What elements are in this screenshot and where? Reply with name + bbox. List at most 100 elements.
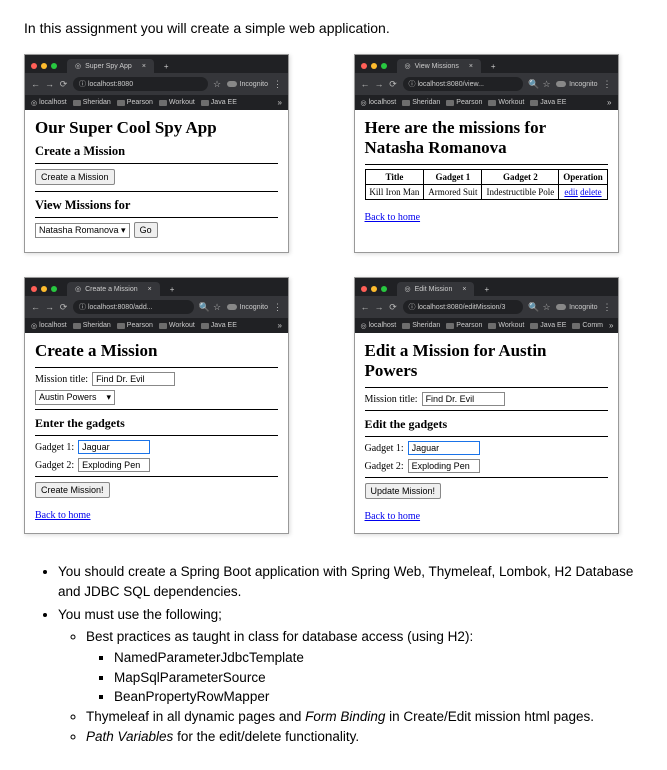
- create-mission-button[interactable]: Create a Mission: [35, 169, 115, 185]
- star-icon: ☆: [542, 79, 551, 90]
- back-home-link[interactable]: Back to home: [365, 212, 421, 223]
- globe-icon: ◎: [75, 62, 81, 70]
- gadget1-input[interactable]: [78, 440, 150, 454]
- list-item: MapSqlParameterSource: [114, 668, 643, 688]
- screenshot-home: ◎ Super Spy App × + ← → ⟳ ⓘ localhost:80…: [24, 54, 289, 253]
- forward-icon: →: [45, 302, 54, 312]
- globe-icon: ◎: [75, 285, 81, 293]
- incognito-icon: [556, 304, 566, 310]
- bookmarks-bar: ◎localhost Sheridan Pearson Workout Java…: [25, 95, 288, 110]
- gadget1-label: Gadget 1:: [35, 442, 74, 453]
- close-icon: ×: [469, 63, 473, 70]
- chevron-right-icon: »: [278, 321, 282, 330]
- list-item: NamedParameterJdbcTemplate: [114, 648, 643, 668]
- gadget2-label: Gadget 2:: [35, 460, 74, 471]
- reload-icon: ⟳: [59, 79, 68, 90]
- agent-select[interactable]: Natasha Romanova ▾: [35, 223, 130, 238]
- menu-icon: ⋮: [273, 302, 282, 313]
- table-row: Kill Iron Man Armored Suit Indestructibl…: [365, 185, 607, 200]
- reload-icon: ⟳: [389, 302, 398, 313]
- chevron-right-icon: »: [607, 98, 611, 107]
- reload-icon: ⟳: [389, 79, 398, 90]
- page-title: Create a Mission: [35, 341, 278, 361]
- title-label: Mission title:: [35, 374, 88, 385]
- globe-icon: ◎: [31, 322, 37, 330]
- gadget2-input[interactable]: [78, 458, 150, 472]
- list-item: BeanPropertyRowMapper: [114, 687, 643, 707]
- screenshot-create-mission: ◎ Create a Mission × + ← → ⟳ ⓘ localhost…: [24, 277, 289, 534]
- address-bar: ⓘ localhost:8080/editMission/3: [403, 300, 524, 314]
- search-icon: 🔍: [528, 302, 537, 313]
- menu-icon: ⋮: [273, 79, 282, 90]
- screenshots-grid: ◎ Super Spy App × + ← → ⟳ ⓘ localhost:80…: [24, 54, 643, 534]
- screenshot-view-missions: ◎ View Missions × + ← → ⟳ ⓘ localhost:80…: [354, 54, 619, 253]
- page-title: Here are the missions forNatasha Romanov…: [365, 118, 608, 158]
- folder-icon: [117, 100, 125, 106]
- star-icon: ☆: [213, 79, 222, 90]
- list-item: Best practices as taught in class for da…: [86, 627, 643, 707]
- update-mission-button[interactable]: Update Mission!: [365, 483, 442, 499]
- section-heading: Edit the gadgets: [365, 417, 608, 432]
- menu-icon: ⋮: [603, 79, 612, 90]
- edit-link[interactable]: edit: [564, 187, 578, 197]
- section-heading: View Missions for: [35, 198, 278, 213]
- mission-title-input[interactable]: [422, 392, 505, 406]
- list-item: Path Variables for the edit/delete funct…: [86, 727, 643, 747]
- page-title: Our Super Cool Spy App: [35, 118, 278, 138]
- new-tab-icon: +: [485, 60, 502, 73]
- delete-link[interactable]: delete: [580, 187, 602, 197]
- window-controls: [361, 286, 387, 292]
- section-heading: Create a Mission: [35, 144, 278, 159]
- search-icon: 🔍: [528, 79, 537, 90]
- back-icon: ←: [361, 79, 370, 89]
- browser-tab: ◎ Create a Mission ×: [67, 282, 160, 296]
- globe-icon: ◎: [405, 285, 411, 293]
- window-controls: [361, 63, 387, 69]
- forward-icon: →: [45, 79, 54, 89]
- chevron-right-icon: »: [278, 98, 282, 107]
- globe-icon: ◎: [361, 322, 367, 330]
- screenshot-edit-mission: ◎ Edit Mission × + ← → ⟳ ⓘ localhost:808…: [354, 277, 619, 534]
- mission-title-input[interactable]: [92, 372, 175, 386]
- assignment-intro: In this assignment you will create a sim…: [24, 20, 643, 36]
- globe-icon: ◎: [405, 62, 411, 70]
- forward-icon: →: [375, 302, 384, 312]
- go-button[interactable]: Go: [134, 222, 158, 238]
- close-icon: ×: [148, 286, 152, 293]
- gadget1-input[interactable]: [408, 441, 480, 455]
- browser-tab: ◎ View Missions ×: [397, 59, 481, 73]
- window-controls: [31, 286, 57, 292]
- folder-icon: [73, 100, 81, 106]
- star-icon: ☆: [213, 302, 222, 313]
- browser-tab: ◎ Edit Mission ×: [397, 282, 475, 296]
- browser-tab: ◎ Super Spy App ×: [67, 59, 154, 73]
- folder-icon: [201, 100, 209, 106]
- back-home-link[interactable]: Back to home: [35, 510, 91, 521]
- bookmarks-bar: ◎localhost Sheridan Pearson Workout Java…: [355, 95, 618, 110]
- star-icon: ☆: [542, 302, 551, 313]
- new-tab-icon: +: [164, 283, 181, 296]
- list-item: Thymeleaf in all dynamic pages and Form …: [86, 707, 643, 727]
- gadget2-input[interactable]: [408, 459, 480, 473]
- search-icon: 🔍: [199, 302, 208, 313]
- agent-select[interactable]: Austin Powers ▾: [35, 390, 115, 405]
- new-tab-icon: +: [158, 60, 175, 73]
- table-header-row: TitleGadget 1Gadget 2Operation: [365, 170, 607, 185]
- bookmarks-bar: ◎localhost Sheridan Pearson Workout Java…: [25, 318, 288, 333]
- chevron-right-icon: »: [609, 321, 613, 330]
- globe-icon: ◎: [361, 99, 367, 107]
- page-title: Edit a Mission for AustinPowers: [365, 341, 608, 381]
- back-home-link[interactable]: Back to home: [365, 511, 421, 522]
- window-controls: [31, 63, 57, 69]
- menu-icon: ⋮: [603, 302, 612, 313]
- bookmarks-bar: ◎localhost Sheridan Pearson Workout Java…: [355, 318, 618, 333]
- instructions-list: You should create a Spring Boot applicat…: [24, 562, 643, 746]
- back-icon: ←: [361, 302, 370, 312]
- reload-icon: ⟳: [59, 302, 68, 313]
- create-mission-submit-button[interactable]: Create Mission!: [35, 482, 110, 498]
- address-bar: ⓘ localhost:8080: [73, 77, 208, 91]
- list-item: You must use the following; Best practic…: [58, 605, 643, 746]
- forward-icon: →: [375, 79, 384, 89]
- title-label: Mission title:: [365, 394, 418, 405]
- incognito-icon: [227, 304, 237, 310]
